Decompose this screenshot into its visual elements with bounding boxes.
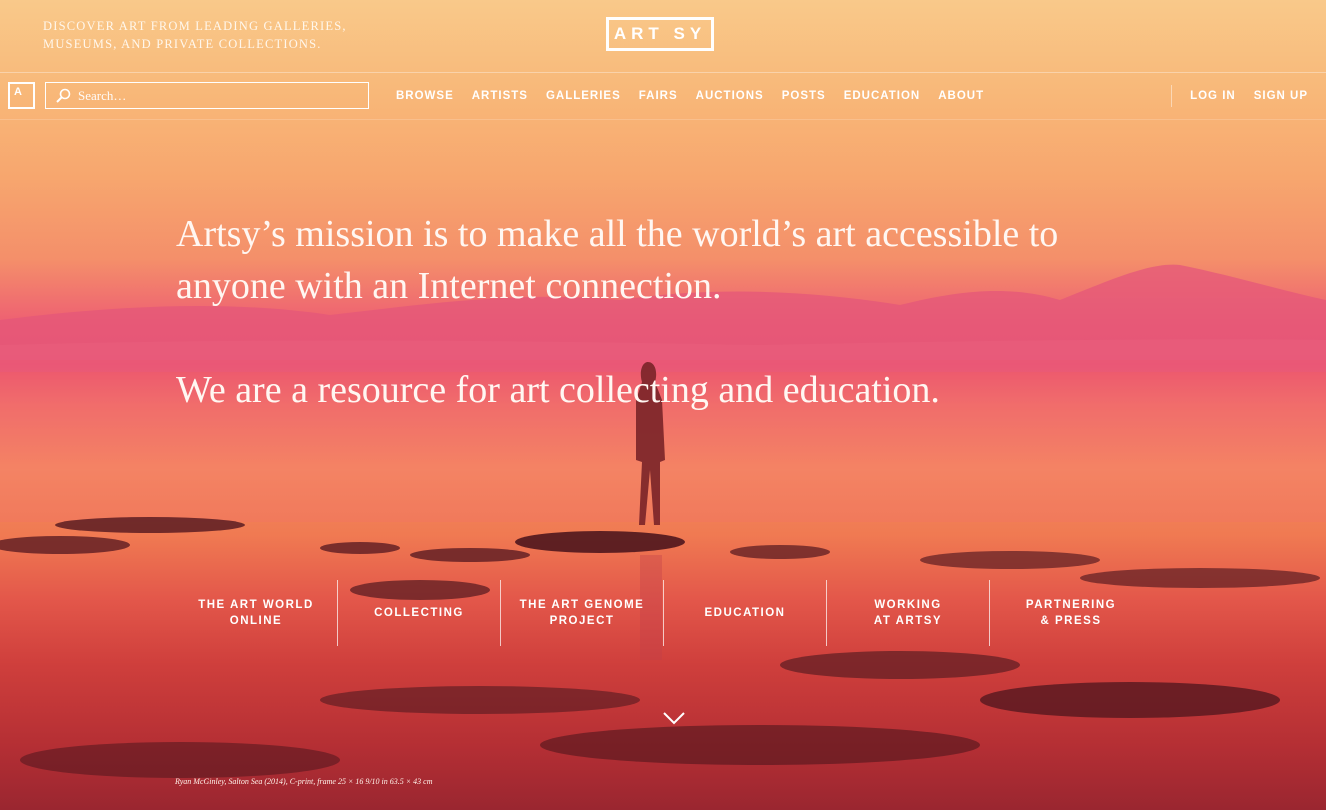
login-link[interactable]: LOG IN <box>1190 90 1236 102</box>
about-sections: THE ART WORLD ONLINE COLLECTING THE ART … <box>175 580 1152 646</box>
signup-link[interactable]: SIGN UP <box>1254 90 1308 102</box>
search-box[interactable] <box>45 82 369 109</box>
section-art-world-online[interactable]: THE ART WORLD ONLINE <box>175 580 337 646</box>
nav-links: BROWSE ARTISTS GALLERIES FAIRS AUCTIONS … <box>388 72 1002 119</box>
section-art-genome-project[interactable]: THE ART GENOME PROJECT <box>500 580 663 646</box>
nav-auctions[interactable]: AUCTIONS <box>696 90 764 102</box>
mission-text: Artsy’s mission is to make all the world… <box>176 213 1059 307</box>
nav-posts[interactable]: POSTS <box>782 90 826 102</box>
auth-links: LOG IN SIGN UP <box>1171 72 1326 119</box>
auth-divider <box>1171 84 1173 107</box>
site-tagline: Discover art from leading galleries, mus… <box>43 19 347 51</box>
photo-caption: Ryan McGinley, Salton Sea (2014), C-prin… <box>175 777 433 786</box>
chevron-down-icon[interactable] <box>662 710 686 726</box>
nav-browse[interactable]: BROWSE <box>396 90 454 102</box>
search-icon <box>52 82 74 109</box>
main-navbar: A BROWSE ARTISTS GALLERIES FAIRS AUCTION… <box>0 72 1326 119</box>
search-input[interactable] <box>74 87 368 104</box>
section-collecting[interactable]: COLLECTING <box>337 580 500 646</box>
resource-text: We are a resource for art collecting and… <box>176 369 940 411</box>
nav-galleries[interactable]: GALLERIES <box>546 90 621 102</box>
nav-fairs[interactable]: FAIRS <box>639 90 678 102</box>
navbar-divider <box>0 119 1326 120</box>
section-education[interactable]: EDUCATION <box>663 580 826 646</box>
section-partnering-press[interactable]: PARTNERING & PRESS <box>989 580 1152 646</box>
nav-artists[interactable]: ARTISTS <box>472 90 528 102</box>
nav-about[interactable]: ABOUT <box>938 90 984 102</box>
home-logo-icon[interactable]: A <box>8 82 35 109</box>
section-working-at-artsy[interactable]: WORKING AT ARTSY <box>826 580 989 646</box>
mission-statement: Artsy’s mission is to make all the world… <box>176 208 1076 416</box>
artsy-logo[interactable]: ART SY <box>606 17 714 51</box>
nav-education[interactable]: EDUCATION <box>844 90 921 102</box>
